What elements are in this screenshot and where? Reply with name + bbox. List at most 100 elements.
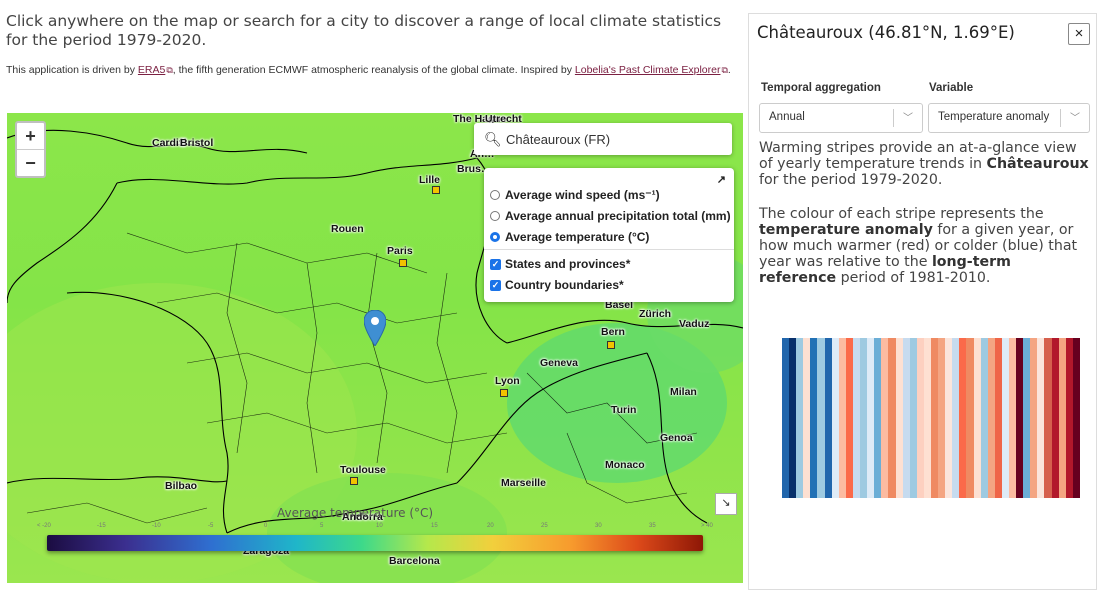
city-label: Rouen	[331, 223, 364, 235]
overlay-countries[interactable]: ✓ Country boundaries*	[490, 278, 624, 292]
legend-tick: 35	[649, 523, 656, 529]
search-input[interactable]	[504, 130, 708, 148]
city-label: Paris	[387, 245, 413, 257]
variable-label: Variable	[929, 82, 974, 94]
year-stripe	[782, 338, 790, 498]
city-marker	[500, 389, 508, 397]
climate-map[interactable]: + − Cardiff Bristol The Hague Utrecht An…	[7, 113, 743, 583]
legend-tick: 25	[541, 523, 548, 529]
legend-tick: -10	[152, 523, 161, 529]
layer-control: ↗ Average wind speed (ms⁻¹) Average annu…	[484, 168, 734, 302]
year-stripe	[930, 338, 939, 498]
city-label: Vaduz	[679, 318, 710, 330]
info-panel: Châteauroux (46.81°N, 1.69°E) × Temporal…	[748, 13, 1097, 590]
radio-button[interactable]	[490, 190, 500, 200]
location-pin-icon[interactable]	[364, 310, 386, 346]
city-label: Toulouse	[340, 464, 386, 476]
year-stripe	[824, 338, 832, 498]
collapse-icon[interactable]: ↗	[717, 173, 726, 186]
city-label: Genoa	[660, 432, 693, 444]
year-stripe	[1044, 338, 1052, 498]
expand-legend-icon[interactable]: ↘	[715, 493, 737, 515]
year-stripe	[881, 338, 889, 498]
city-label: Lille	[419, 174, 441, 186]
warming-stripes	[782, 338, 1080, 498]
city-label: Barcelona	[389, 555, 440, 567]
city-label: Geneva	[540, 357, 578, 369]
year-stripe	[1023, 338, 1031, 498]
year-stripe	[980, 338, 988, 498]
year-stripe	[959, 338, 967, 498]
city-marker	[432, 186, 440, 194]
year-stripe	[838, 338, 846, 498]
year-stripe	[952, 338, 960, 498]
close-icon[interactable]: ×	[1068, 23, 1090, 45]
legend-tick: < -20	[37, 523, 51, 529]
city-marker	[607, 341, 615, 349]
checkbox-checked-icon[interactable]: ✓	[490, 279, 501, 291]
legend-tick: 10	[376, 523, 383, 529]
year-stripe	[994, 338, 1002, 498]
variable-select[interactable]: Temperature anomaly ﹀	[928, 103, 1090, 133]
temporal-label: Temporal aggregation	[761, 82, 881, 94]
legend-tick: 0	[264, 523, 268, 529]
legend-tick: > 40	[701, 523, 713, 529]
year-stripe	[803, 338, 811, 498]
year-stripe	[1051, 338, 1059, 498]
year-stripe	[973, 338, 981, 498]
intro-text: Click anywhere on the map or search for …	[6, 12, 722, 49]
legend-tick: 30	[595, 523, 602, 529]
year-stripe	[1058, 338, 1066, 498]
layer-option-wind[interactable]: Average wind speed (ms⁻¹)	[490, 188, 660, 202]
year-stripe	[867, 338, 875, 498]
legend-title: Average temperature (°C)	[277, 506, 434, 520]
radio-button-selected[interactable]	[490, 232, 500, 242]
year-stripe	[1001, 338, 1009, 498]
year-stripe	[909, 338, 917, 498]
year-stripe	[810, 338, 818, 498]
temperature-colorbar	[47, 535, 703, 551]
radio-button[interactable]	[490, 211, 500, 221]
intro-attribution: This application is driven by ERA5⧉, the…	[6, 64, 731, 76]
year-stripe	[987, 338, 995, 498]
search-icon: 🔍︎	[484, 130, 502, 147]
chevron-down-icon: ﹀	[1070, 113, 1080, 124]
city-label: Monaco	[605, 459, 645, 471]
legend-tick: 5	[320, 523, 324, 529]
year-stripe	[831, 338, 839, 498]
era5-link[interactable]: ERA5	[138, 64, 165, 76]
year-stripe	[817, 338, 825, 498]
city-label: Bristol	[180, 137, 214, 149]
city-label: Milan	[670, 386, 697, 398]
stripes-explanation: The colour of each stripe represents the…	[759, 206, 1078, 286]
stripes-description: Warming stripes provide an at-a-glance v…	[759, 140, 1089, 188]
zoom-out-button[interactable]: −	[17, 150, 44, 176]
city-label: Bilbao	[165, 480, 198, 492]
year-stripe	[923, 338, 931, 498]
city-label: Zürich	[639, 308, 672, 320]
legend-ticks: < -20 -15 -10 -5 0 5 10 15 20 25 30 35 >…	[37, 523, 713, 535]
year-stripe	[1030, 338, 1038, 498]
city-search[interactable]: 🔍︎	[474, 123, 732, 155]
temporal-select[interactable]: Annual ﹀	[759, 103, 923, 133]
layer-option-temperature[interactable]: Average temperature (°C)	[490, 230, 649, 244]
zoom-control: + −	[15, 121, 46, 178]
year-stripe	[1065, 338, 1073, 498]
year-stripe	[1072, 338, 1080, 498]
overlay-states[interactable]: ✓ States and provinces*	[490, 257, 630, 271]
checkbox-checked-icon[interactable]: ✓	[490, 258, 501, 270]
year-stripe	[1016, 338, 1024, 498]
legend-tick: -15	[97, 523, 106, 529]
layer-option-precipitation[interactable]: Average annual precipitation total (mm)	[490, 209, 731, 223]
year-stripe	[845, 338, 853, 498]
year-stripe	[895, 338, 903, 498]
lobelia-link[interactable]: Lobelia's Past Climate Explorer	[575, 64, 721, 76]
city-marker	[399, 259, 407, 267]
year-stripe	[902, 338, 910, 498]
year-stripe	[796, 338, 804, 498]
year-stripe	[1037, 338, 1045, 498]
year-stripe	[966, 338, 974, 498]
zoom-in-button[interactable]: +	[17, 123, 44, 150]
panel-title: Châteauroux (46.81°N, 1.69°E)	[757, 23, 1015, 42]
city-label: Bern	[601, 326, 625, 338]
